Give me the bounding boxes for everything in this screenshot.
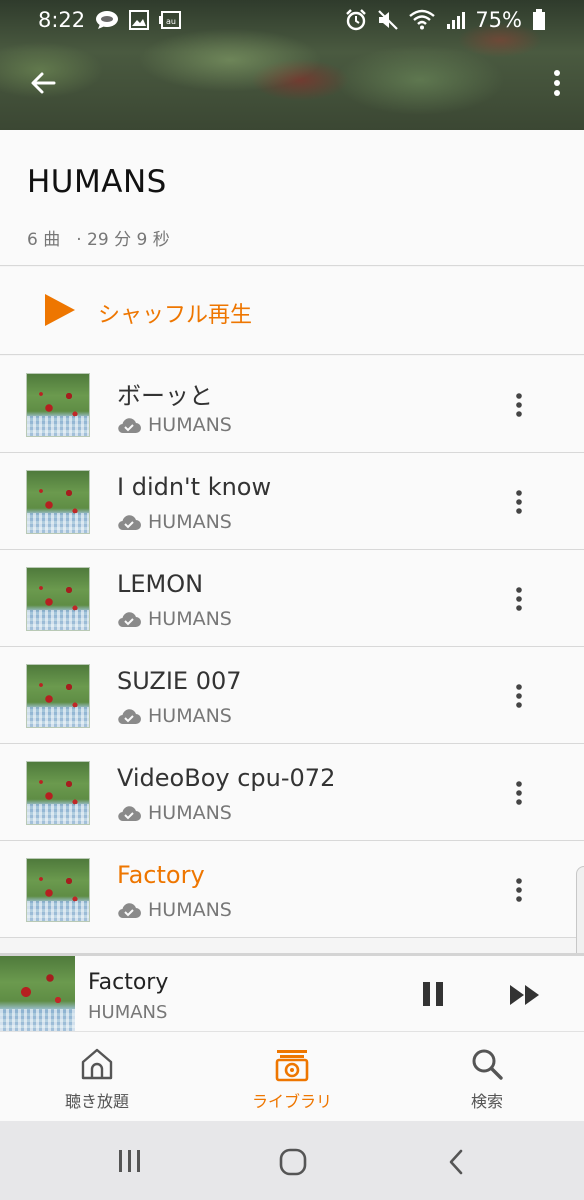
cloud-check-icon: [117, 416, 141, 434]
album-art-thumbnail: [26, 470, 90, 534]
nav-item-library[interactable]: ライブラリ: [195, 1032, 389, 1122]
nav-item-listen-unlimited[interactable]: 聴き放題: [0, 1032, 194, 1122]
shuffle-play-button[interactable]: シャッフル再生: [0, 267, 584, 355]
more-vert-icon[interactable]: [552, 68, 562, 98]
image-icon: [129, 10, 150, 30]
battery-percentage: 75%: [475, 8, 522, 32]
track-subtitle: HUMANS: [117, 414, 232, 436]
chat-bubble-icon: [95, 10, 119, 30]
nav-label: 聴き放題: [64, 1092, 129, 1111]
status-time: 8:22: [38, 8, 86, 32]
bottom-navigation: 聴き放題 ライブラリ 検索: [0, 1031, 584, 1121]
shuffle-play-label: シャッフル再生: [98, 303, 253, 328]
cloud-check-icon: [117, 610, 141, 628]
au-carrier-icon: au: [159, 10, 182, 30]
album-art-thumbnail: [26, 858, 90, 922]
cloud-check-icon: [117, 513, 141, 531]
track-title: LEMON: [117, 570, 204, 598]
track-subtitle: HUMANS: [117, 608, 232, 630]
mini-player-album-art: [0, 956, 75, 1031]
more-vert-icon[interactable]: [515, 489, 523, 519]
more-vert-icon[interactable]: [515, 780, 523, 810]
track-title: ボーッと: [117, 382, 213, 410]
more-vert-icon[interactable]: [515, 392, 523, 422]
cloud-check-icon: [117, 804, 141, 822]
track-subtitle: HUMANS: [117, 802, 232, 824]
status-bar: 8:22 au 75%: [0, 0, 584, 40]
home-button-icon[interactable]: [279, 1148, 307, 1180]
track-row[interactable]: LEMON HUMANS: [0, 550, 584, 647]
track-subtitle: HUMANS: [117, 705, 232, 727]
fast-forward-icon[interactable]: [508, 983, 542, 1011]
album-art-thumbnail: [26, 761, 90, 825]
track-artist: HUMANS: [148, 608, 232, 630]
track-artist: HUMANS: [148, 511, 232, 533]
track-artist: HUMANS: [148, 414, 232, 436]
home-icon: [79, 1046, 115, 1082]
svg-text:au: au: [166, 17, 176, 26]
track-subtitle: HUMANS: [117, 511, 232, 533]
album-info: HUMANS 6 曲 · 29 分 9 秒: [0, 130, 584, 266]
album-art-thumbnail: [26, 373, 90, 437]
search-icon: [470, 1046, 504, 1082]
recent-apps-icon[interactable]: [116, 1148, 144, 1178]
more-vert-icon[interactable]: [515, 877, 523, 907]
track-row-now-playing[interactable]: Factory HUMANS: [0, 841, 584, 938]
app-bar: [0, 58, 584, 108]
album-art-thumbnail: [26, 567, 90, 631]
cloud-check-icon: [117, 707, 141, 725]
track-row[interactable]: ボーッと HUMANS: [0, 356, 584, 453]
track-artist: HUMANS: [148, 802, 232, 824]
nav-label: ライブラリ: [251, 1092, 332, 1111]
mini-player-artist: HUMANS: [88, 1002, 168, 1023]
back-button-icon[interactable]: [446, 1148, 466, 1180]
nav-label: 検索: [470, 1092, 503, 1111]
battery-icon: [532, 9, 546, 31]
nav-item-search[interactable]: 検索: [390, 1032, 584, 1122]
track-title: VideoBoy cpu-072: [117, 764, 336, 792]
wifi-icon: [409, 9, 436, 31]
cloud-check-icon: [117, 901, 141, 919]
album-art-thumbnail: [26, 664, 90, 728]
track-title: SUZIE 007: [117, 667, 242, 695]
pause-icon[interactable]: [420, 980, 446, 1012]
track-title: I didn't know: [117, 473, 272, 501]
back-arrow-icon[interactable]: [28, 68, 58, 98]
library-icon: [274, 1046, 310, 1082]
track-title: Factory: [117, 861, 205, 889]
play-triangle-icon: [44, 293, 76, 331]
more-vert-icon[interactable]: [515, 683, 523, 713]
track-artist: HUMANS: [148, 705, 232, 727]
mini-player-title: Factory: [88, 970, 169, 995]
album-meta: 6 曲 · 29 分 9 秒: [27, 225, 170, 250]
track-row[interactable]: I didn't know HUMANS: [0, 453, 584, 550]
alarm-icon: [345, 9, 367, 31]
track-row[interactable]: VideoBoy cpu-072 HUMANS: [0, 744, 584, 841]
signal-icon: [445, 10, 466, 30]
album-title: HUMANS: [27, 164, 167, 200]
track-count: 6 曲: [27, 230, 61, 250]
mute-icon: [377, 9, 399, 31]
more-vert-icon[interactable]: [515, 586, 523, 616]
system-navigation-bar: [0, 1121, 584, 1200]
track-artist: HUMANS: [148, 899, 232, 921]
track-row[interactable]: SUZIE 007 HUMANS: [0, 647, 584, 744]
mini-player[interactable]: Factory HUMANS: [0, 953, 584, 1031]
album-header-background: 8:22 au 75%: [0, 0, 584, 130]
track-subtitle: HUMANS: [117, 899, 232, 921]
album-duration: · 29 分 9 秒: [76, 230, 170, 250]
